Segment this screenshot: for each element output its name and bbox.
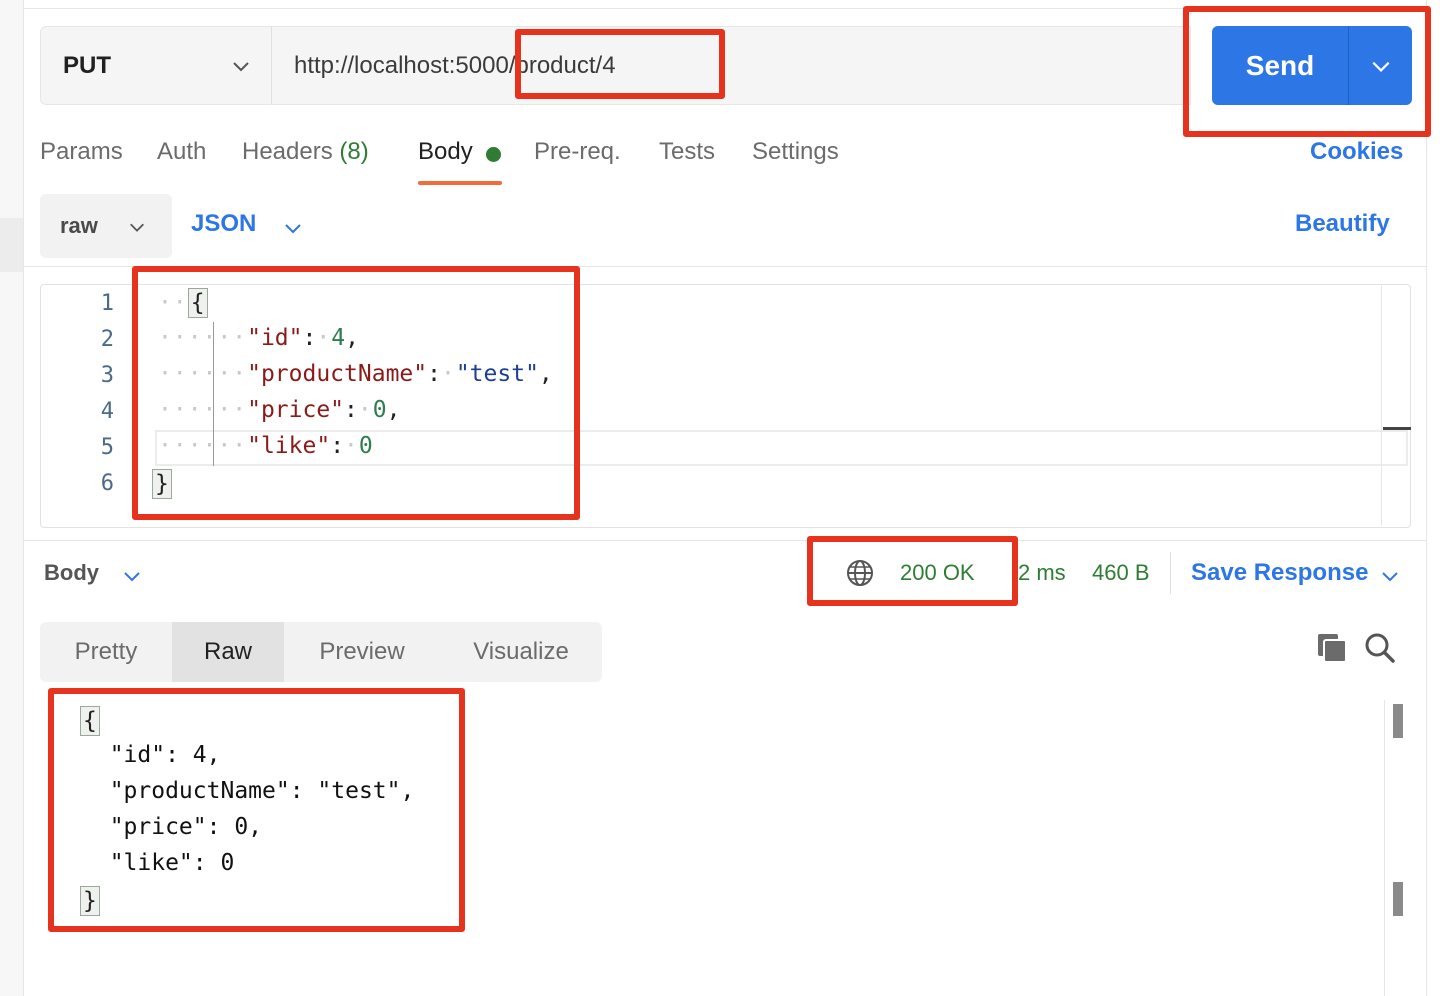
scroll-marker — [1393, 704, 1403, 738]
annotation-response-body-highlight — [48, 688, 465, 932]
tab-label: Tests — [659, 138, 716, 165]
close-brace: } — [80, 886, 100, 916]
response-scrollbar[interactable] — [1384, 700, 1385, 996]
json-value: 0 — [358, 433, 373, 459]
chevron-down-icon — [130, 223, 144, 232]
comma: , — [386, 397, 401, 423]
body-mode-label: raw — [60, 213, 98, 238]
code-line: ······"price":·0, — [158, 397, 401, 423]
tab-settings[interactable]: Settings — [752, 138, 839, 166]
json-value: "test" — [455, 361, 539, 387]
line-number: 4 — [100, 399, 114, 424]
divider — [24, 266, 1426, 267]
code-line: } — [152, 469, 172, 499]
open-brace: { — [187, 288, 208, 318]
tab-visualize[interactable]: Visualize — [440, 622, 602, 682]
response-line: { — [80, 706, 100, 736]
tab-label: Pre-req. — [534, 138, 621, 165]
tab-preview[interactable]: Preview — [284, 622, 440, 682]
status-badge[interactable]: 200 OK — [900, 560, 975, 586]
tab-label: Settings — [752, 138, 839, 165]
send-options-button[interactable] — [1348, 26, 1412, 105]
open-brace: { — [80, 706, 100, 736]
editor-scroll-marker — [1383, 427, 1411, 430]
divider — [1170, 552, 1171, 594]
method-label: PUT — [63, 51, 111, 79]
chevron-down-icon[interactable] — [122, 566, 142, 586]
tab-pretty[interactable]: Pretty — [40, 622, 172, 682]
tab-body[interactable]: Body — [418, 138, 473, 166]
active-tab-underline — [418, 181, 502, 185]
json-key: "productName" — [247, 361, 428, 387]
url-text: http://localhost:5000/product/4 — [294, 51, 616, 79]
json-value: 0 — [372, 397, 387, 423]
response-line: "like": 0 — [82, 850, 235, 876]
editor-scrollbar[interactable] — [1381, 286, 1382, 526]
globe-icon[interactable] — [845, 558, 875, 588]
tab-label: Body — [418, 138, 473, 165]
close-brace: } — [152, 469, 172, 499]
scroll-marker — [1393, 882, 1403, 916]
response-size[interactable]: 460 B — [1092, 560, 1150, 586]
response-time[interactable]: 2 ms — [1018, 560, 1066, 586]
top-divider — [24, 8, 1428, 9]
response-body-select[interactable]: Body — [44, 560, 99, 586]
line-number: 2 — [100, 327, 114, 352]
line-number: 3 — [100, 363, 114, 388]
line-number: 5 — [100, 435, 114, 460]
json-key: "id" — [247, 325, 303, 351]
body-indicator-dot — [486, 147, 501, 162]
response-line: "price": 0, — [82, 814, 263, 840]
tab-auth[interactable]: Auth — [157, 138, 206, 166]
chevron-down-icon — [1372, 61, 1389, 72]
tab-raw[interactable]: Raw — [172, 622, 284, 682]
save-response-button[interactable]: Save Response — [1191, 559, 1368, 587]
search-icon[interactable] — [1364, 632, 1396, 664]
line-number: 6 — [100, 471, 114, 496]
chevron-down-icon[interactable] — [1380, 566, 1400, 586]
method-select[interactable]: PUT — [40, 26, 272, 105]
body-language-select[interactable]: JSON — [191, 210, 256, 238]
send-button[interactable]: Send — [1212, 26, 1348, 105]
tab-label: Headers — [242, 138, 333, 165]
code-line: ······"productName":·"test", — [158, 361, 553, 387]
copy-icon[interactable] — [1316, 632, 1348, 664]
json-key: "price" — [247, 397, 345, 423]
divider — [24, 540, 1426, 541]
json-key: "like" — [247, 433, 331, 459]
tab-label: Params — [40, 138, 123, 165]
response-line: } — [80, 886, 100, 916]
beautify-button[interactable]: Beautify — [1295, 210, 1390, 238]
code-line: ··{ — [158, 288, 208, 318]
comma: , — [538, 361, 553, 387]
code-line: ······"like":·0 — [158, 433, 373, 459]
code-line: ······"id":·4, — [158, 325, 359, 351]
response-line: "productName": "test", — [82, 778, 415, 804]
url-input[interactable]: http://localhost:5000/product/4 — [271, 26, 1191, 105]
chevron-down-icon[interactable] — [283, 218, 303, 238]
left-sidebar-edge — [0, 0, 24, 996]
body-mode-select[interactable]: raw — [40, 194, 172, 258]
json-value: 4 — [331, 325, 346, 351]
headers-count: (8) — [339, 138, 369, 165]
tab-headers[interactable]: Headers (8) — [242, 138, 369, 166]
tab-params[interactable]: Params — [40, 138, 123, 166]
chevron-down-icon — [233, 62, 249, 72]
line-number: 1 — [100, 291, 114, 316]
cookies-link[interactable]: Cookies — [1310, 138, 1403, 166]
response-line: "id": 4, — [82, 742, 221, 768]
tab-label: Auth — [157, 138, 207, 165]
comma: , — [345, 325, 359, 351]
sidebar-selection-mark — [0, 218, 23, 272]
right-divider — [1426, 0, 1427, 996]
tab-tests[interactable]: Tests — [659, 138, 715, 166]
tab-pre-request[interactable]: Pre-req. — [534, 138, 621, 166]
